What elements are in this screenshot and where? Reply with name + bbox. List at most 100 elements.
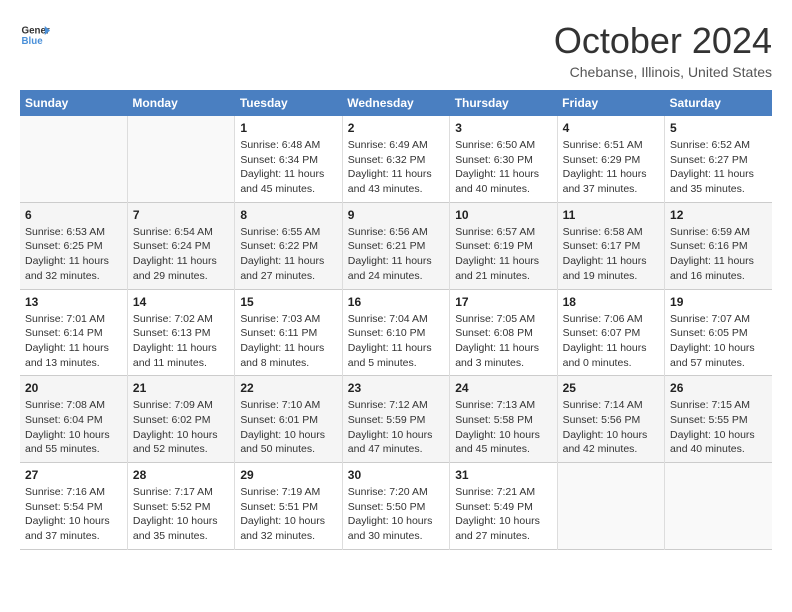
day-cell-23: 23 Sunrise: 7:12 AMSunset: 5:59 PMDayligh… [342,376,449,463]
empty-cell [127,116,234,202]
day-info: Sunrise: 6:57 AMSunset: 6:19 PMDaylight:… [455,225,551,284]
logo: General Blue [20,20,50,50]
day-cell-6: 6 Sunrise: 6:53 AMSunset: 6:25 PMDaylight… [20,202,127,289]
day-number: 10 [455,208,551,222]
weekday-header-thursday: Thursday [450,90,557,116]
page-header: General Blue October 2024 Chebanse, Illi… [20,20,772,80]
day-number: 19 [670,295,767,309]
day-cell-12: 12 Sunrise: 6:59 AMSunset: 6:16 PMDayligh… [665,202,772,289]
day-info: Sunrise: 7:04 AMSunset: 6:10 PMDaylight:… [348,312,444,371]
day-number: 9 [348,208,444,222]
calendar-table: SundayMondayTuesdayWednesdayThursdayFrid… [20,90,772,550]
day-cell-20: 20Sunrise: 7:08 AMSunset: 6:04 PMDayligh… [20,376,127,463]
day-number: 28 [133,468,229,482]
day-cell-10: 10 Sunrise: 6:57 AMSunset: 6:19 PMDayligh… [450,202,557,289]
empty-cell [20,116,127,202]
day-number: 21 [133,381,229,395]
weekday-header-monday: Monday [127,90,234,116]
weekday-header-friday: Friday [557,90,664,116]
day-cell-5: 5Sunrise: 6:52 AMSunset: 6:27 PMDaylight… [665,116,772,202]
day-cell-2: 2 Sunrise: 6:49 AMSunset: 6:32 PMDaylight… [342,116,449,202]
day-cell-29: 29 Sunrise: 7:19 AMSunset: 5:51 PMDayligh… [235,463,342,550]
empty-cell [557,463,664,550]
day-number: 13 [25,295,122,309]
day-info: Sunrise: 6:54 AMSunset: 6:24 PMDaylight:… [133,225,229,284]
week-row-1: 1 Sunrise: 6:48 AMSunset: 6:34 PMDaylight… [20,116,772,202]
day-info: Sunrise: 6:48 AMSunset: 6:34 PMDaylight:… [240,138,336,197]
day-info: Sunrise: 6:53 AMSunset: 6:25 PMDaylight:… [25,225,122,284]
day-number: 4 [563,121,659,135]
day-info: Sunrise: 6:49 AMSunset: 6:32 PMDaylight:… [348,138,444,197]
day-cell-13: 13 Sunrise: 7:01 AMSunset: 6:14 PMDayligh… [20,289,127,376]
day-info: Sunrise: 6:56 AMSunset: 6:21 PMDaylight:… [348,225,444,284]
day-info: Sunrise: 7:06 AMSunset: 6:07 PMDaylight:… [563,312,659,371]
day-number: 29 [240,468,336,482]
day-info: Sunrise: 7:05 AMSunset: 6:08 PMDaylight:… [455,312,551,371]
weekday-header-sunday: Sunday [20,90,127,116]
day-info: Sunrise: 6:52 AMSunset: 6:27 PMDaylight:… [670,138,767,197]
day-info: Sunrise: 7:10 AMSunset: 6:01 PMDaylight:… [240,398,336,457]
day-info: Sunrise: 7:15 AMSunset: 5:55 PMDaylight:… [670,398,767,457]
day-cell-4: 4Sunrise: 6:51 AMSunset: 6:29 PMDaylight… [557,116,664,202]
day-info: Sunrise: 7:01 AMSunset: 6:14 PMDaylight:… [25,312,122,371]
day-number: 2 [348,121,444,135]
day-info: Sunrise: 7:19 AMSunset: 5:51 PMDaylight:… [240,485,336,544]
week-row-3: 13 Sunrise: 7:01 AMSunset: 6:14 PMDayligh… [20,289,772,376]
day-number: 22 [240,381,336,395]
weekday-header-tuesday: Tuesday [235,90,342,116]
day-cell-24: 24 Sunrise: 7:13 AMSunset: 5:58 PMDayligh… [450,376,557,463]
day-info: Sunrise: 7:09 AMSunset: 6:02 PMDaylight:… [133,398,229,457]
day-number: 7 [133,208,229,222]
day-number: 23 [348,381,444,395]
week-row-4: 20Sunrise: 7:08 AMSunset: 6:04 PMDayligh… [20,376,772,463]
day-cell-3: 3Sunrise: 6:50 AMSunset: 6:30 PMDaylight… [450,116,557,202]
month-title: October 2024 [554,20,772,62]
day-cell-14: 14 Sunrise: 7:02 AMSunset: 6:13 PMDayligh… [127,289,234,376]
day-info: Sunrise: 6:50 AMSunset: 6:30 PMDaylight:… [455,138,551,197]
day-number: 25 [563,381,659,395]
svg-text:Blue: Blue [22,36,44,47]
week-row-2: 6 Sunrise: 6:53 AMSunset: 6:25 PMDaylight… [20,202,772,289]
day-number: 15 [240,295,336,309]
day-info: Sunrise: 7:02 AMSunset: 6:13 PMDaylight:… [133,312,229,371]
day-number: 24 [455,381,551,395]
day-cell-15: 15Sunrise: 7:03 AMSunset: 6:11 PMDayligh… [235,289,342,376]
day-cell-1: 1 Sunrise: 6:48 AMSunset: 6:34 PMDaylight… [235,116,342,202]
day-number: 6 [25,208,122,222]
day-number: 12 [670,208,767,222]
logo-icon: General Blue [20,20,50,50]
day-cell-31: 31Sunrise: 7:21 AMSunset: 5:49 PMDayligh… [450,463,557,550]
day-info: Sunrise: 6:59 AMSunset: 6:16 PMDaylight:… [670,225,767,284]
day-cell-30: 30 Sunrise: 7:20 AMSunset: 5:50 PMDayligh… [342,463,449,550]
day-number: 14 [133,295,229,309]
day-cell-7: 7 Sunrise: 6:54 AMSunset: 6:24 PMDaylight… [127,202,234,289]
day-info: Sunrise: 7:17 AMSunset: 5:52 PMDaylight:… [133,485,229,544]
day-cell-16: 16Sunrise: 7:04 AMSunset: 6:10 PMDayligh… [342,289,449,376]
day-cell-18: 18 Sunrise: 7:06 AMSunset: 6:07 PMDayligh… [557,289,664,376]
day-number: 30 [348,468,444,482]
day-info: Sunrise: 7:21 AMSunset: 5:49 PMDaylight:… [455,485,551,544]
day-number: 17 [455,295,551,309]
title-block: October 2024 Chebanse, Illinois, United … [554,20,772,80]
day-info: Sunrise: 7:20 AMSunset: 5:50 PMDaylight:… [348,485,444,544]
day-cell-26: 26Sunrise: 7:15 AMSunset: 5:55 PMDayligh… [665,376,772,463]
day-info: Sunrise: 7:16 AMSunset: 5:54 PMDaylight:… [25,485,122,544]
day-number: 18 [563,295,659,309]
day-cell-25: 25 Sunrise: 7:14 AMSunset: 5:56 PMDayligh… [557,376,664,463]
day-cell-27: 27Sunrise: 7:16 AMSunset: 5:54 PMDayligh… [20,463,127,550]
day-number: 20 [25,381,122,395]
day-number: 8 [240,208,336,222]
day-cell-22: 22 Sunrise: 7:10 AMSunset: 6:01 PMDayligh… [235,376,342,463]
day-info: Sunrise: 6:55 AMSunset: 6:22 PMDaylight:… [240,225,336,284]
weekday-header-wednesday: Wednesday [342,90,449,116]
day-info: Sunrise: 6:58 AMSunset: 6:17 PMDaylight:… [563,225,659,284]
day-info: Sunrise: 7:14 AMSunset: 5:56 PMDaylight:… [563,398,659,457]
day-number: 1 [240,121,336,135]
day-cell-11: 11Sunrise: 6:58 AMSunset: 6:17 PMDayligh… [557,202,664,289]
day-cell-8: 8 Sunrise: 6:55 AMSunset: 6:22 PMDaylight… [235,202,342,289]
day-cell-21: 21 Sunrise: 7:09 AMSunset: 6:02 PMDayligh… [127,376,234,463]
day-info: Sunrise: 7:12 AMSunset: 5:59 PMDaylight:… [348,398,444,457]
day-cell-17: 17 Sunrise: 7:05 AMSunset: 6:08 PMDayligh… [450,289,557,376]
day-cell-28: 28 Sunrise: 7:17 AMSunset: 5:52 PMDayligh… [127,463,234,550]
day-info: Sunrise: 7:13 AMSunset: 5:58 PMDaylight:… [455,398,551,457]
